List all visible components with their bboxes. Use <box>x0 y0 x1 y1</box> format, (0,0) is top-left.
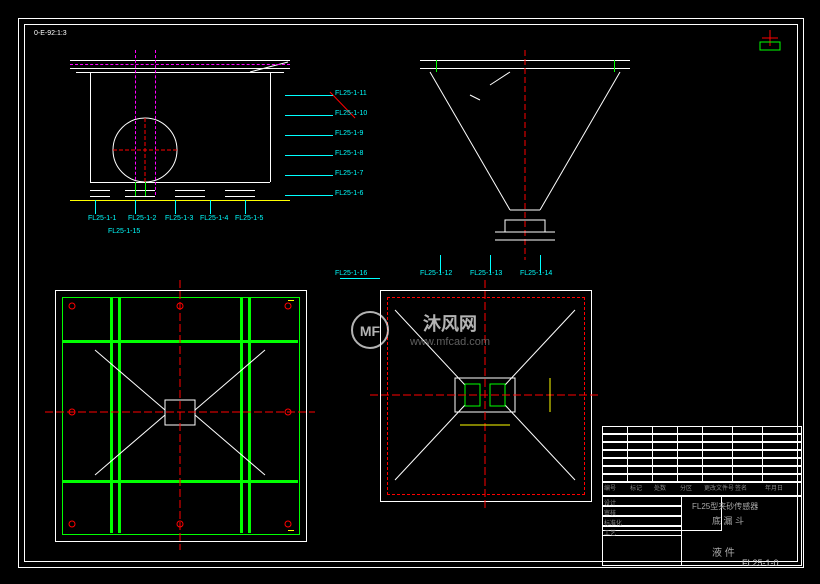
tbl-row-2: 审核 <box>604 508 616 517</box>
tbl-title-sub: 底 漏 斗 <box>712 514 744 527</box>
tbl-header-6: 签名 <box>735 483 747 492</box>
tbl-header-3: 处数 <box>654 483 666 492</box>
tbl-header-7: 年月日 <box>765 483 783 492</box>
title-block: 编号 标记 处数 分区 更改文件号 签名 年月日 设计 审核 标准化 工艺 液 … <box>602 426 802 566</box>
tbl-header-1: 编号 <box>604 483 616 492</box>
tbl-org: 液 件 <box>712 544 735 559</box>
tbl-header-2: 标记 <box>630 483 642 492</box>
tbl-row-3: 标准化 <box>604 518 622 527</box>
tbl-row-4: 工艺 <box>604 528 616 537</box>
tbl-drawing-no: FL25-1-0 <box>742 558 779 568</box>
tbl-title-main: FL25型夹砂传感器 <box>692 501 758 512</box>
tbl-header-5: 更改文件号 <box>704 483 734 492</box>
tbl-header-4: 分区 <box>680 483 692 492</box>
tbl-row-1: 设计 <box>604 498 616 507</box>
